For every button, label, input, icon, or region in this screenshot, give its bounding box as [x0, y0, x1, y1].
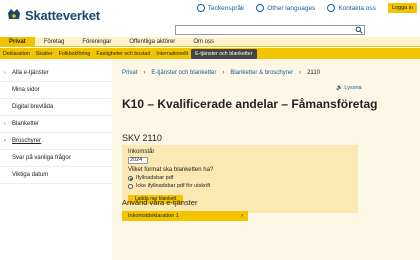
- eservices-heading: Använd våra e-tjänster: [122, 198, 198, 207]
- sidebar: ‹ Alla e-tjänster Mina sidor Digital bre…: [0, 65, 112, 184]
- chevron-left-icon: ‹: [4, 121, 6, 127]
- sidebar-item[interactable]: Viktiga datum: [0, 167, 112, 184]
- breadcrumb-link[interactable]: Blanketter & broschyrer: [230, 70, 293, 76]
- logo[interactable]: Skatteverket: [6, 7, 100, 23]
- breadcrumb-separator: ›: [143, 70, 146, 76]
- format-option-print[interactable]: Icke ifyllnadsbar pdf för utskrift: [128, 183, 210, 189]
- format-option-fillable[interactable]: Ifyllnadsbar pdf: [128, 175, 173, 181]
- page-title: K10 – Kvalificerade andelar – Fåmansföre…: [122, 97, 378, 111]
- speaker-icon: 🔊: [336, 85, 343, 91]
- breadcrumb-link[interactable]: E-tjänster och blanketter: [151, 70, 216, 76]
- form-code: SKV 2110: [122, 133, 162, 143]
- tab-foretag[interactable]: Företag: [35, 37, 74, 46]
- search-input[interactable]: [175, 25, 365, 35]
- sidebar-item[interactable]: Digital brevlåda: [0, 99, 112, 116]
- tab-om-oss[interactable]: Om oss: [184, 37, 223, 46]
- sidebar-item[interactable]: ‹ Alla e-tjänster: [0, 65, 112, 82]
- globe-icon: [256, 4, 265, 12]
- sidebar-item-current[interactable]: • Broschyrer: [0, 133, 112, 150]
- eservice-link-inkomstdeklaration[interactable]: Inkomstdeklaration 1 ›: [122, 211, 248, 221]
- sidebar-item[interactable]: ‹ Blanketter: [0, 116, 112, 133]
- breadcrumb-separator: ›: [222, 70, 225, 76]
- sidebar-item[interactable]: Svar på vanliga frågor: [0, 150, 112, 167]
- sign-language-icon: [196, 4, 205, 12]
- top-nav: Privat Företag Föreningar Offentliga akt…: [0, 37, 420, 47]
- listen-button[interactable]: 🔊 Lyssna: [336, 85, 362, 91]
- subnav-item[interactable]: Folkbokföring: [56, 51, 94, 57]
- subnav-item[interactable]: Fastigheter och bostad: [93, 51, 153, 57]
- main-content: Privat › E-tjänster och blanketter › Bla…: [112, 59, 420, 260]
- sidebar-item[interactable]: Mina sidor: [0, 82, 112, 99]
- bullet-icon: •: [4, 138, 6, 144]
- breadcrumb: Privat › E-tjänster och blanketter › Bla…: [122, 70, 326, 76]
- breadcrumb-current: 2110: [307, 70, 320, 76]
- subnav-item-active[interactable]: E-tjänster och blanketter: [191, 48, 257, 59]
- tab-offentliga-aktorer[interactable]: Offentliga aktörer: [120, 37, 184, 46]
- subnav-item[interactable]: Internationellt: [153, 51, 191, 57]
- radio-selected[interactable]: [128, 175, 133, 181]
- chevron-left-icon: ‹: [4, 70, 6, 76]
- sign-language-link[interactable]: Teckenspråk: [196, 4, 244, 12]
- year-label: Inkomstår: [128, 149, 155, 155]
- top-links: Teckenspråk Other languages Kontakta oss…: [196, 3, 420, 13]
- chevron-right-icon: ›: [241, 213, 243, 219]
- other-languages-link[interactable]: Other languages: [256, 4, 315, 12]
- site-header: Skatteverket Teckenspråk Other languages…: [0, 0, 420, 48]
- year-select[interactable]: 2024 ⌄: [128, 157, 148, 168]
- tab-privat[interactable]: Privat: [0, 37, 35, 46]
- breadcrumb-link[interactable]: Privat: [122, 70, 137, 76]
- search-icon[interactable]: [355, 26, 363, 34]
- format-question: Vilket format ska blanketten ha?: [128, 167, 214, 173]
- logo-text: Skatteverket: [25, 7, 100, 23]
- login-button[interactable]: Logga in: [387, 3, 417, 13]
- logo-crown-icon: [6, 7, 22, 23]
- subnav-item[interactable]: Deklaration: [0, 51, 33, 57]
- contact-link[interactable]: Kontakta oss: [327, 4, 376, 12]
- breadcrumb-separator: ›: [299, 70, 302, 76]
- tab-foreningar[interactable]: Föreningar: [73, 37, 120, 46]
- sub-nav: Deklaration Skatter Folkbokföring Fastig…: [0, 48, 420, 59]
- radio-unselected[interactable]: [128, 183, 133, 189]
- subnav-item[interactable]: Skatter: [33, 51, 56, 57]
- contact-icon: [327, 4, 336, 12]
